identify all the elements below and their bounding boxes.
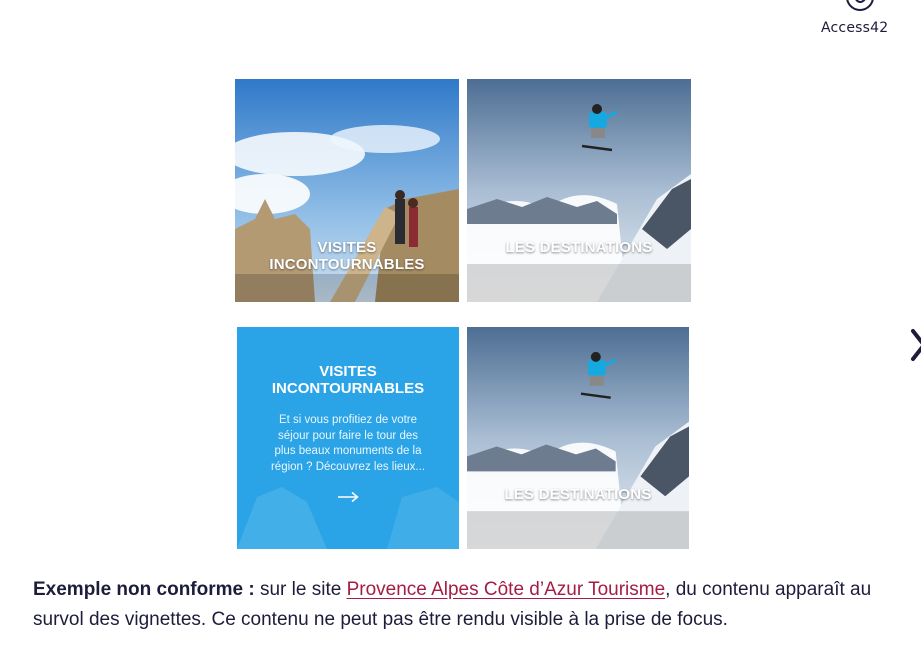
tile-les-destinations[interactable]: LES DESTINATIONS xyxy=(467,79,691,302)
logo-text: Access42 xyxy=(821,20,889,36)
figure-caption: Exemple non conforme : sur le site Prove… xyxy=(33,575,903,635)
ski-photo xyxy=(467,327,689,549)
tile-hover-title: VISITES INCONTOURNABLES xyxy=(271,363,425,397)
arrow-right-icon[interactable] xyxy=(337,491,359,503)
access42-logo-icon xyxy=(846,0,874,11)
access42-logo[interactable]: Access42 xyxy=(815,0,901,42)
ski-photo xyxy=(467,79,691,302)
caption-text: sur le site xyxy=(254,579,347,600)
tile-label: LES DESTINATIONS xyxy=(505,239,653,256)
tile-les-destinations[interactable]: LES DESTINATIONS xyxy=(467,327,689,549)
tile-visites-incontournables-hover[interactable]: VISITES INCONTOURNABLES Et si vous profi… xyxy=(237,327,459,549)
tile-visites-incontournables[interactable]: VISITES INCONTOURNABLES xyxy=(235,79,459,302)
tile-hover-description: Et si vous profitiez de votre séjour pou… xyxy=(270,414,426,473)
chevron-right-icon[interactable] xyxy=(910,328,921,362)
tile-label: VISITES INCONTOURNABLES xyxy=(269,239,425,273)
site-link[interactable]: Provence Alpes Côte d’Azur Tourisme xyxy=(347,579,666,600)
tile-label: LES DESTINATIONS xyxy=(504,486,652,503)
caption-bold: Exemple non conforme : xyxy=(33,579,255,600)
